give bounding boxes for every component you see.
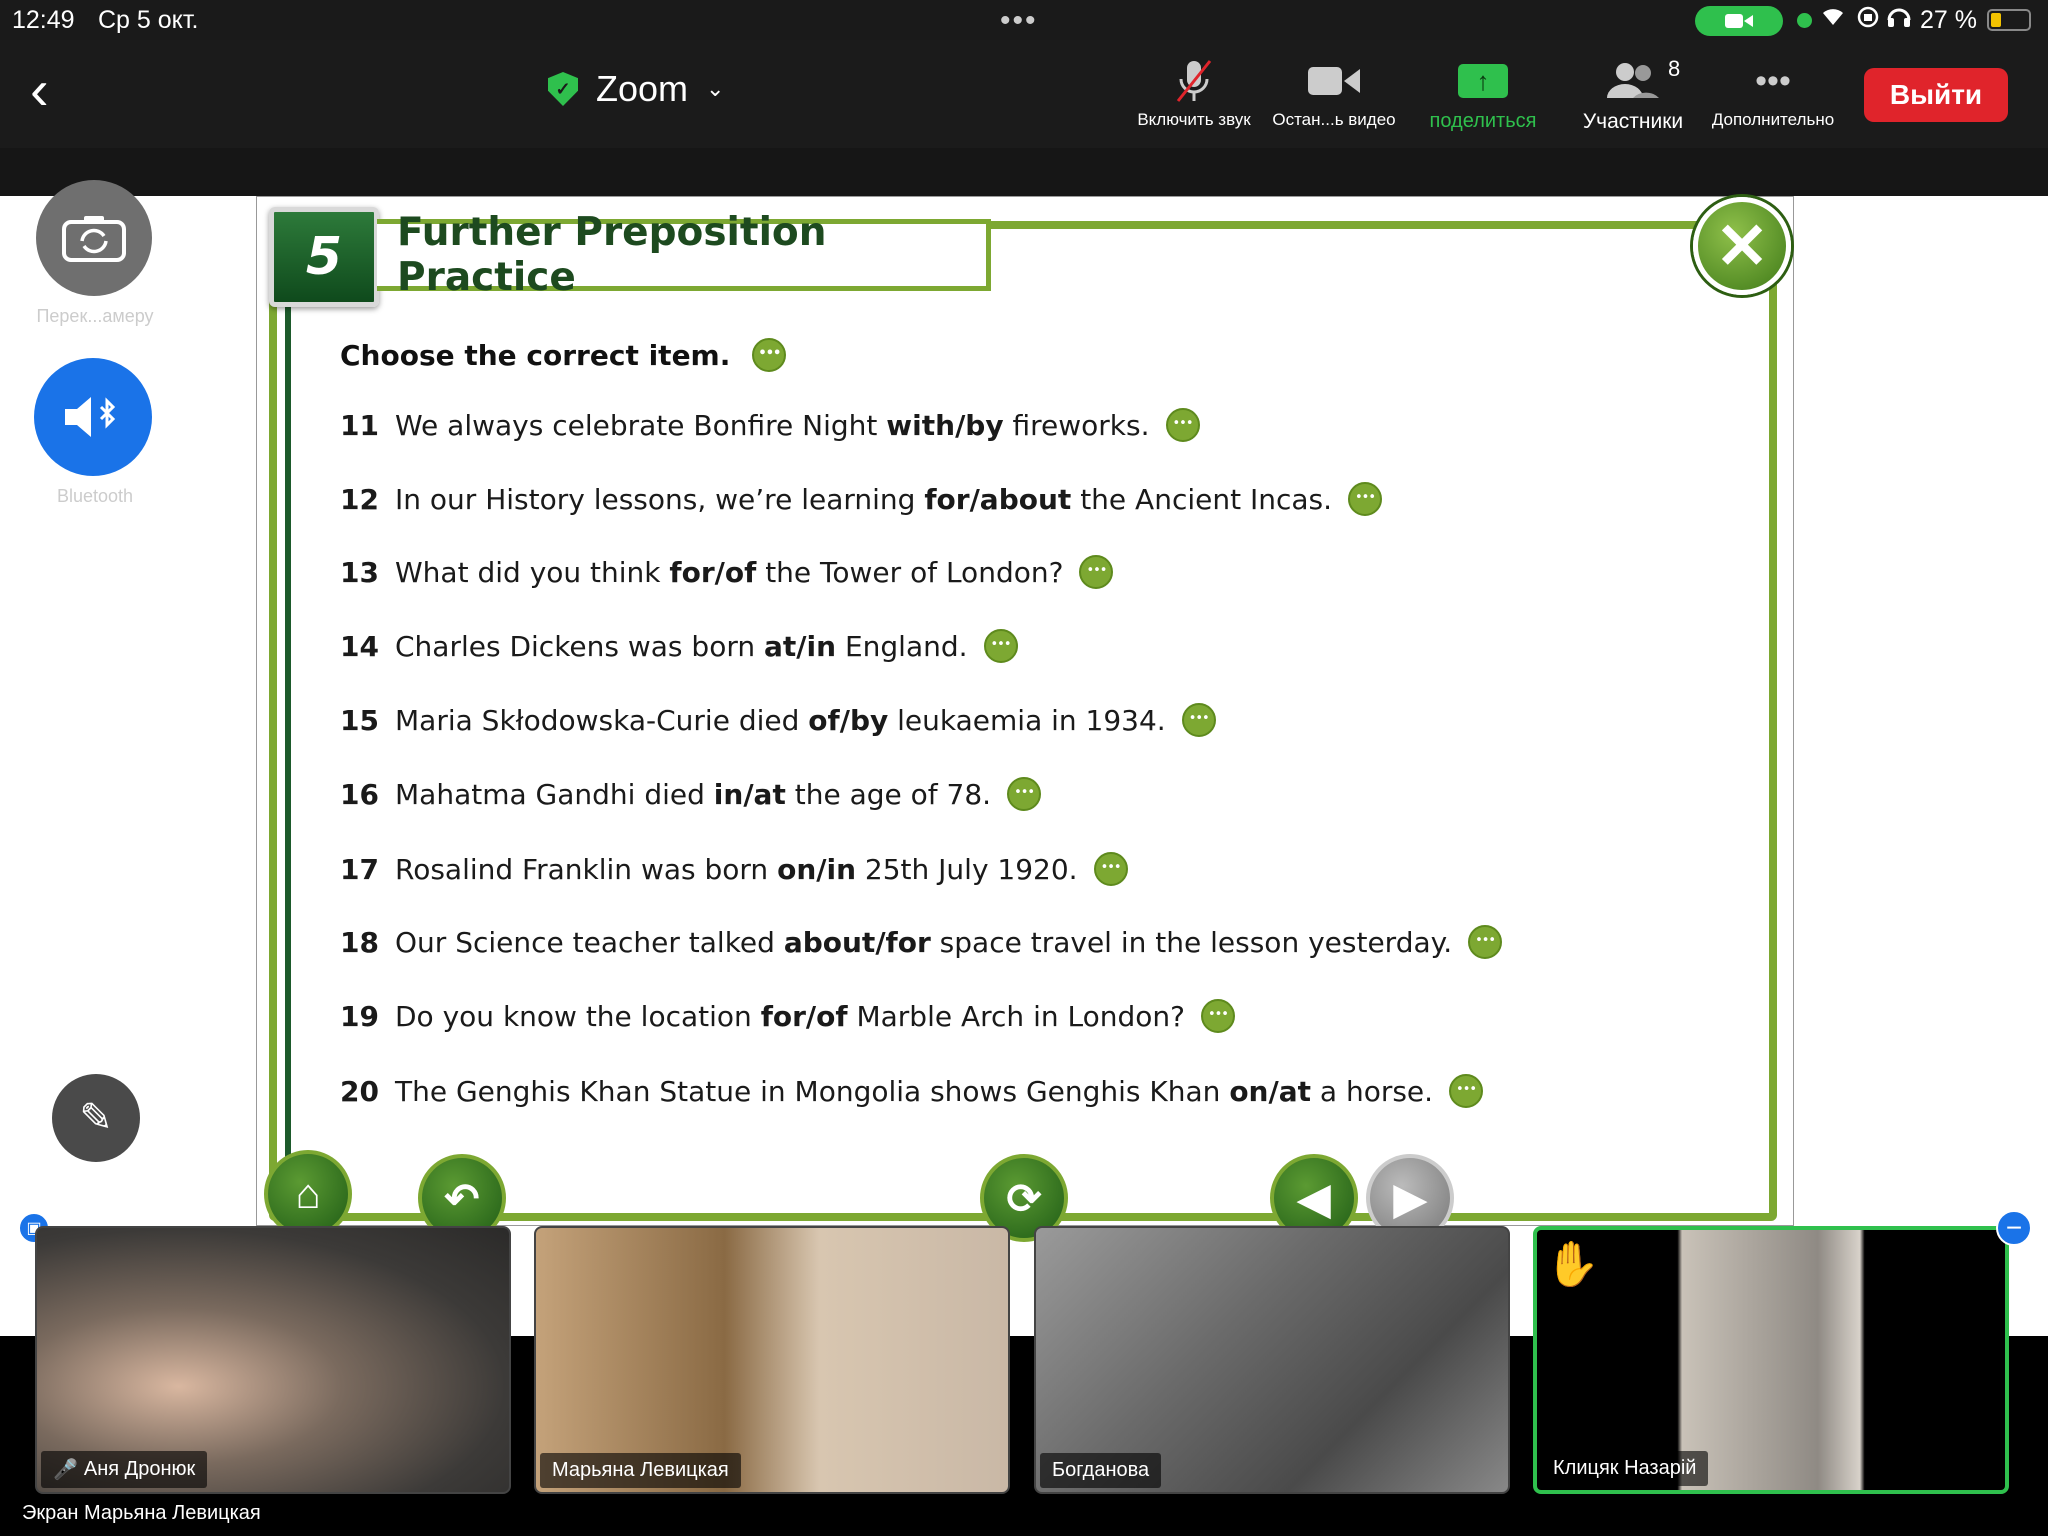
raised-hand-icon: ✋ (1545, 1240, 1600, 1289)
wifi-icon (1820, 5, 1846, 34)
annotate-pencil-icon[interactable]: ✎ (52, 1074, 140, 1162)
unmute-label: Включить звук (1137, 110, 1251, 129)
participants-icon (1563, 52, 1703, 110)
speaker-bluetooth-icon (65, 397, 116, 437)
participant-tile[interactable]: Марьяна Левицкая (534, 1226, 1010, 1494)
screen-share-label: Экран Марьяна Левицкая (10, 1496, 273, 1531)
slide-home-icon[interactable]: ⌂ (264, 1150, 352, 1238)
audio-play-icon[interactable] (1093, 852, 1128, 886)
more-label: Дополнительно (1711, 110, 1835, 129)
leave-meeting-button[interactable]: Выйти (1864, 68, 2008, 122)
camera-active-icon (1695, 6, 1783, 36)
question-row: 11 We always celebrate Bonfire Night with… (340, 408, 1200, 442)
status-time: 12:49 (12, 6, 75, 34)
participant-tile-active[interactable]: ✋ Клицяк Назарій (1533, 1226, 2009, 1494)
question-row: 16 Mahatma Gandhi died in/at the age of 7… (340, 777, 1042, 811)
status-bar: 12:49 Ср 5 окт. ••• 27 % (0, 0, 2048, 40)
camera-switch-icon (62, 216, 126, 262)
more-dots-icon: ••• (1755, 61, 1791, 100)
orientation-lock-icon (1856, 5, 1880, 35)
meeting-toolbar: ‹ ✓ Zoom ⌄ Включить звук Остан...ь видео… (0, 40, 2048, 148)
question-row: 15 Maria Skłodowska-Curie died of/by leuk… (340, 703, 1216, 737)
audio-play-icon[interactable] (1449, 1074, 1484, 1108)
toolbar-shadow-band (0, 148, 2048, 196)
meeting-title: Zoom (596, 68, 689, 109)
instruction: Choose the correct item. (340, 338, 787, 372)
question-row: 14 Charles Dickens was born at/in England… (340, 629, 1018, 663)
muted-mic-icon (1124, 52, 1264, 110)
question-row: 17 Rosalind Franklin was born on/in 25th … (340, 852, 1128, 886)
slide-close-icon[interactable]: ✕ (1693, 197, 1791, 295)
audio-play-icon[interactable] (1200, 999, 1235, 1033)
instruction-text: Choose the correct item. (340, 338, 731, 372)
exercise-number-badge: 5 (269, 207, 379, 307)
switch-camera-label: Перек...амеру (36, 306, 154, 326)
audio-play-icon[interactable] (1348, 482, 1383, 516)
muted-mic-icon: 🎤 (53, 1459, 78, 1481)
question-row: 12 In our History lessons, we’re learning… (340, 482, 1383, 516)
slide-title: Further Preposition Practice (377, 210, 991, 300)
share-label: поделиться (1429, 110, 1537, 132)
stop-video-button[interactable]: Остан...ь видео (1264, 52, 1404, 130)
back-chevron-icon[interactable]: ‹ (30, 62, 49, 118)
audio-play-icon[interactable] (1165, 408, 1200, 442)
audio-play-icon[interactable] (1079, 555, 1114, 589)
bluetooth-label: Bluetooth (56, 486, 134, 506)
switch-camera-button[interactable] (36, 180, 152, 296)
battery-percent: 27 % (1920, 6, 1977, 34)
share-screen-button[interactable]: ↑ поделиться (1413, 52, 1553, 133)
multitasking-dots-icon[interactable]: ••• (1000, 4, 1038, 38)
participants-count: 8 (1668, 56, 1681, 81)
audio-play-icon[interactable] (752, 338, 787, 372)
audio-play-icon[interactable] (1181, 703, 1216, 737)
question-row: 13 What did you think for/of the Tower of… (340, 555, 1114, 589)
chevron-down-icon: ⌄ (706, 76, 725, 101)
question-row: 20 The Genghis Khan Statue in Mongolia sh… (340, 1074, 1484, 1108)
headphones-icon (1886, 4, 1912, 35)
meeting-title-menu[interactable]: ✓ Zoom ⌄ (548, 68, 724, 110)
minimize-gallery-icon[interactable]: − (1996, 1210, 2032, 1246)
mic-indicator-icon (1797, 13, 1812, 28)
question-row: 18 Our Science teacher talked about/for s… (340, 925, 1503, 959)
video-camera-icon (1264, 52, 1404, 110)
more-button[interactable]: ••• Дополнительно (1703, 52, 1843, 130)
audio-play-icon[interactable] (1007, 777, 1042, 811)
audio-play-icon[interactable] (983, 629, 1018, 663)
question-row: 19 Do you know the location for/of Marble… (340, 999, 1235, 1033)
share-arrow-icon: ↑ (1458, 64, 1508, 98)
participant-tile[interactable]: 🎤 Аня Дронюк (35, 1226, 511, 1494)
status-date: Ср 5 окт. (98, 6, 199, 34)
security-shield-icon: ✓ (548, 72, 578, 106)
participants-label: Участники (1582, 110, 1684, 133)
participant-tile[interactable]: Богданова (1034, 1226, 1510, 1494)
battery-icon (1987, 9, 2031, 31)
audio-play-icon[interactable] (1468, 925, 1503, 959)
participants-button[interactable]: Участники (1563, 52, 1703, 134)
unmute-button[interactable]: Включить звук (1124, 52, 1264, 130)
stop-video-label: Остан...ь видео (1272, 110, 1396, 129)
bluetooth-audio-button[interactable] (34, 358, 152, 476)
